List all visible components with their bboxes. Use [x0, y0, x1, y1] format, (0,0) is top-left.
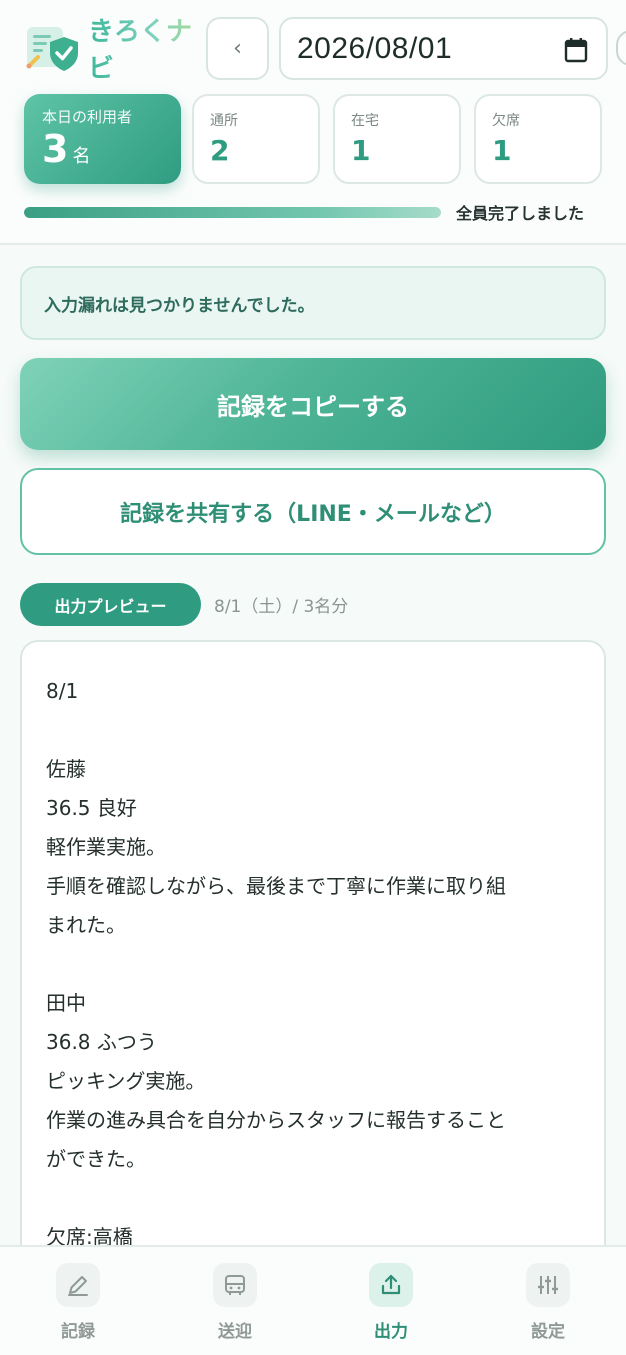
stat-total-users: 本日の利用者 3名	[24, 94, 181, 184]
stat-absent: 欠席 1	[474, 94, 602, 184]
stat-commute-label: 通所	[210, 113, 238, 129]
sliders-icon	[526, 1263, 570, 1307]
preview-line: 佐藤	[46, 757, 86, 781]
stat-home-value: 1	[351, 134, 371, 167]
progress-bar	[24, 207, 441, 218]
app-screen: きろくナビ ‹ 2026/08/01 本日の利用者 3名 通所 2 在宅 1 欠…	[0, 0, 626, 1355]
copy-records-button[interactable]: 記録をコピーする	[20, 358, 606, 450]
app-logo[interactable]: きろくナビ	[24, 17, 196, 84]
preview-line	[46, 1179, 580, 1218]
date-input[interactable]: 2026/08/01	[279, 17, 608, 80]
output-preview[interactable]: 8/1 佐藤 36.5 良好 軽作業実施。 手順を確認しながら、最後まで丁寧に作…	[20, 640, 606, 1280]
app-name: きろくナビ	[88, 11, 196, 85]
preview-line	[46, 711, 580, 750]
header: きろくナビ ‹ 2026/08/01 本日の利用者 3名 通所 2 在宅 1 欠…	[0, 0, 626, 245]
stat-total-unit: 名	[72, 146, 91, 167]
validation-notice: 入力漏れは見つかりませんでした。	[20, 266, 606, 340]
progress-label: 全員完了しました	[456, 204, 585, 223]
stat-total-value: 3	[42, 127, 69, 171]
next-day-button[interactable]	[616, 30, 626, 66]
upload-icon	[369, 1263, 413, 1307]
stat-absent-label: 欠席	[492, 113, 520, 129]
stat-home-label: 在宅	[351, 113, 379, 129]
nav-label: 設定	[531, 1322, 565, 1342]
preview-line: ができた。	[46, 1147, 146, 1171]
preview-badge: 出力プレビュー	[20, 583, 201, 626]
preview-line: 作業の進み具合を自分からスタッフに報告すること	[46, 1108, 506, 1132]
preview-line: 軽作業実施。	[46, 835, 166, 859]
preview-line: 36.8 ふつう	[46, 1030, 157, 1054]
nav-item-settings[interactable]: 設定	[498, 1263, 598, 1347]
stat-commute-value: 2	[210, 134, 230, 167]
previous-day-button[interactable]: ‹	[206, 17, 269, 80]
nav-label: 出力	[374, 1322, 408, 1342]
preview-line: まれた。	[46, 913, 126, 937]
nav-item-output[interactable]: 出力	[341, 1263, 441, 1347]
stat-total-label: 本日の利用者	[42, 108, 133, 126]
bus-icon	[213, 1263, 257, 1307]
date-value: 2026/08/01	[297, 31, 453, 65]
chevron-left-icon: ‹	[233, 36, 242, 61]
nav-label: 送迎	[218, 1322, 252, 1342]
share-records-button[interactable]: 記録を共有する（LINE・メールなど）	[20, 468, 606, 555]
stat-home: 在宅 1	[333, 94, 461, 184]
nav-item-transport[interactable]: 送迎	[185, 1263, 285, 1347]
preview-line: ピッキング実施。	[46, 1069, 206, 1093]
nav-label: 記録	[61, 1322, 95, 1342]
preview-line: 手順を確認しながら、最後まで丁寧に作業に取り組	[46, 874, 506, 898]
preview-line	[46, 945, 580, 984]
logo-icon	[24, 21, 84, 75]
preview-line: 田中	[46, 991, 86, 1015]
nav-item-record[interactable]: 記録	[28, 1263, 128, 1347]
preview-line: 8/1	[46, 679, 79, 703]
stat-commute: 通所 2	[192, 94, 320, 184]
preview-meta: 8/1（土）/ 3名分	[214, 597, 349, 617]
preview-line: 36.5 良好	[46, 796, 137, 820]
bottom-navigation: 記録 送迎 出力 設定	[0, 1245, 626, 1355]
calendar-icon[interactable]	[564, 37, 588, 63]
progress-fill	[24, 207, 441, 218]
pencil-icon	[56, 1263, 100, 1307]
stat-absent-value: 1	[492, 134, 512, 167]
